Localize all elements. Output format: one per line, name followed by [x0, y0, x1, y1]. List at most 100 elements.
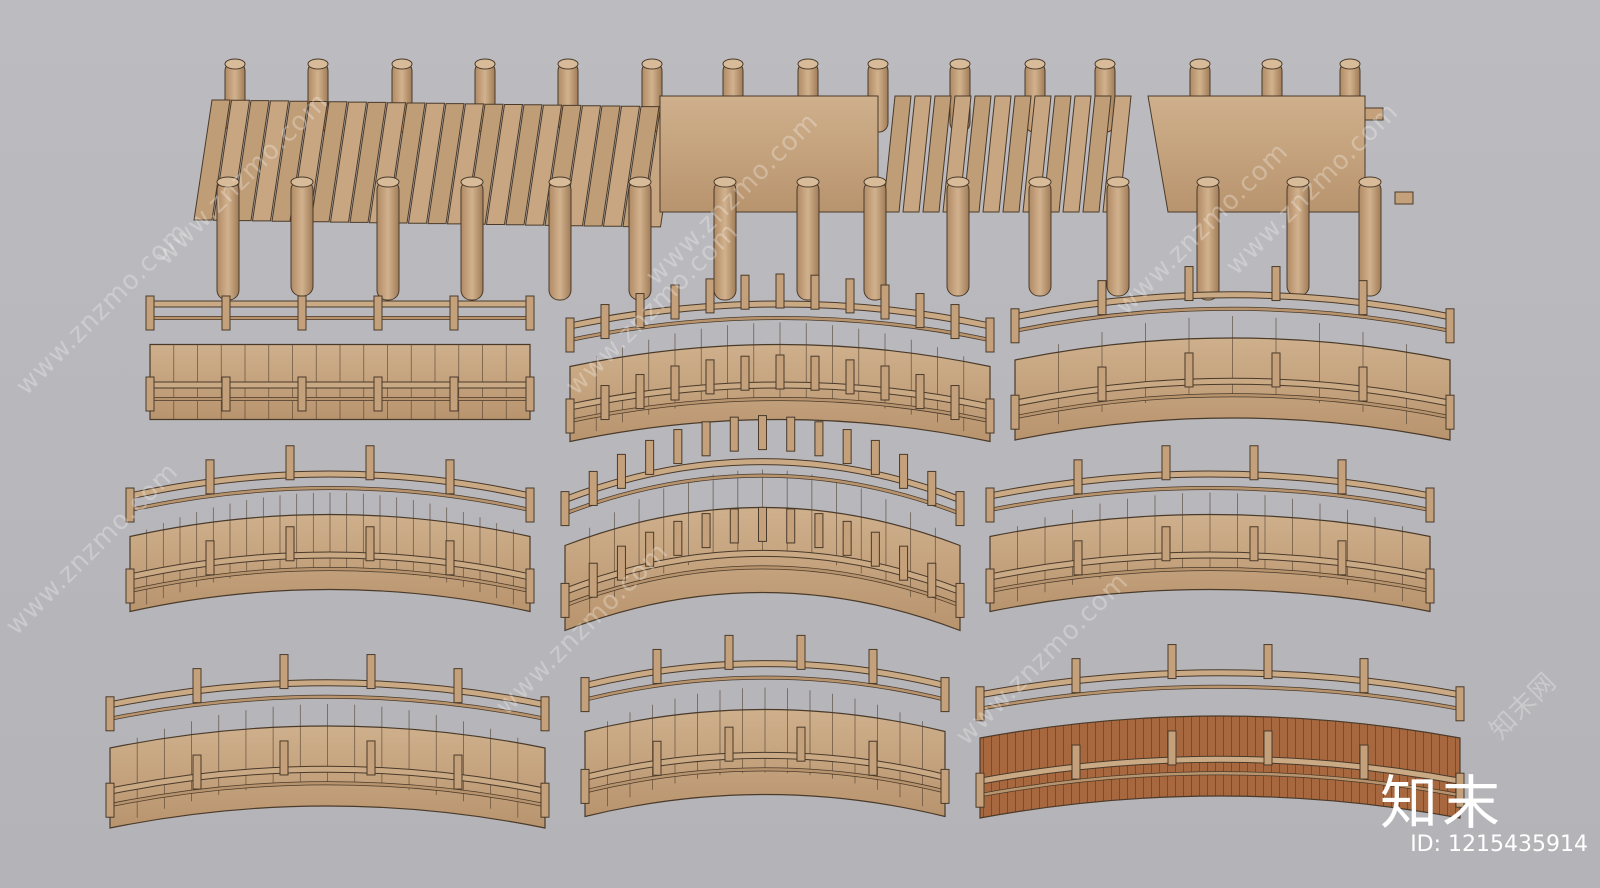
baluster — [1263, 730, 1273, 766]
baluster — [705, 278, 715, 314]
bridge-round-rail — [985, 445, 1435, 613]
baluster — [796, 634, 806, 670]
post-top — [641, 58, 663, 70]
baluster — [927, 562, 937, 598]
post-top — [1196, 176, 1220, 188]
post-top — [548, 176, 572, 188]
baluster — [285, 445, 295, 481]
baluster — [724, 726, 734, 762]
baluster — [366, 654, 376, 690]
baluster — [105, 782, 115, 818]
post — [863, 179, 887, 301]
baluster — [1425, 568, 1435, 604]
baluster — [616, 453, 626, 489]
baluster — [1167, 730, 1177, 766]
post-top — [1106, 176, 1130, 188]
baluster — [868, 648, 878, 684]
baluster — [955, 582, 965, 618]
post-top — [863, 176, 887, 188]
baluster — [985, 317, 995, 353]
baluster — [1359, 744, 1369, 780]
baluster — [279, 740, 289, 776]
post-top — [946, 176, 970, 188]
baluster — [192, 754, 202, 790]
baluster — [1071, 744, 1081, 780]
baluster — [453, 754, 463, 790]
baluster — [1337, 540, 1347, 576]
baluster — [560, 491, 570, 527]
baluster — [950, 385, 960, 421]
baluster — [1184, 352, 1194, 388]
baluster — [775, 273, 785, 309]
baluster — [366, 740, 376, 776]
post-top — [1261, 58, 1283, 70]
baluster — [775, 354, 785, 390]
baluster — [1161, 526, 1171, 562]
baluster — [705, 359, 715, 395]
post-top — [796, 176, 820, 188]
post-top — [290, 176, 314, 188]
baluster — [565, 398, 575, 434]
baluster — [297, 376, 307, 412]
baluster — [868, 740, 878, 776]
post — [290, 179, 314, 297]
post — [946, 179, 970, 297]
baluster — [927, 470, 937, 506]
baluster — [205, 540, 215, 576]
baluster — [985, 568, 995, 604]
post-top — [391, 58, 413, 70]
baluster — [652, 648, 662, 684]
post-top — [1094, 58, 1116, 70]
baluster — [652, 740, 662, 776]
post-top — [557, 58, 579, 70]
bridge-flat-rails — [145, 295, 535, 421]
baluster — [221, 295, 231, 331]
baluster — [810, 355, 820, 391]
baluster — [1263, 644, 1273, 680]
baluster — [701, 513, 711, 549]
bridge-low-arch — [105, 654, 550, 829]
post — [460, 179, 484, 301]
baluster — [1010, 308, 1020, 344]
image-id-label: ID: 1215435914 — [1410, 832, 1588, 857]
baluster — [985, 487, 995, 523]
baluster — [565, 317, 575, 353]
bridge-slatted-rails — [125, 445, 535, 613]
bridge-curved-planks — [1010, 266, 1455, 441]
post-top — [1028, 176, 1052, 188]
post-top — [1189, 58, 1211, 70]
baluster — [373, 295, 383, 331]
post — [376, 179, 400, 301]
baluster — [899, 453, 909, 489]
baluster — [670, 365, 680, 401]
baluster — [635, 374, 645, 410]
baluster — [145, 295, 155, 331]
baluster — [845, 359, 855, 395]
baluster — [1249, 445, 1259, 481]
baluster — [950, 304, 960, 340]
baluster — [1097, 366, 1107, 402]
baluster — [870, 531, 880, 567]
post — [628, 179, 652, 301]
baluster — [810, 274, 820, 310]
post-top — [867, 58, 889, 70]
baluster — [940, 768, 950, 804]
baluster — [1337, 459, 1347, 495]
baluster — [365, 445, 375, 481]
baluster — [525, 295, 535, 331]
baluster — [740, 355, 750, 391]
baluster — [1010, 394, 1020, 430]
baluster — [285, 526, 295, 562]
image-canvas: www.znzmo.com www.znzmo.com www.znzmo.co… — [0, 0, 1600, 888]
post — [1028, 179, 1052, 297]
baluster — [1167, 644, 1177, 680]
baluster — [525, 487, 535, 523]
baluster — [1073, 540, 1083, 576]
baluster — [880, 365, 890, 401]
baluster — [899, 545, 909, 581]
baluster — [1455, 686, 1465, 722]
post — [1358, 179, 1382, 297]
post-top — [1339, 58, 1361, 70]
baluster — [915, 293, 925, 329]
baluster — [525, 568, 535, 604]
